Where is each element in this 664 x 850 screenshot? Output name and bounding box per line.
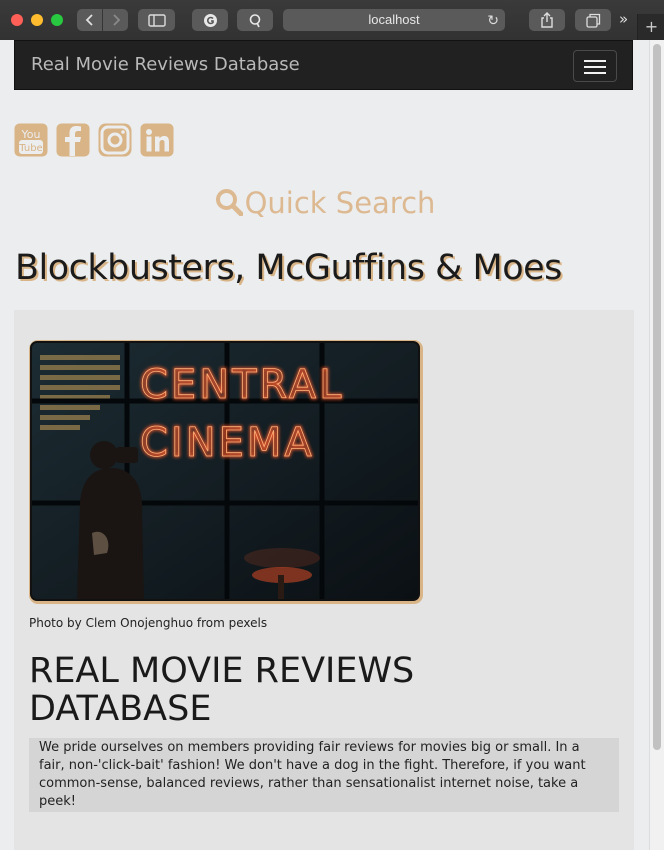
feature-card: CENTRAL CINEMA CENTRAL CINEMA Photo by C…	[14, 310, 634, 850]
feature-title: REAL MOVIE REVIEWS DATABASE	[29, 652, 589, 728]
search-extension-button[interactable]	[237, 9, 273, 31]
browser-toolbar: localhost ↻ » +	[0, 0, 664, 41]
sidebar-toggle-button[interactable]	[138, 9, 175, 31]
url-text: localhost	[368, 12, 420, 27]
quick-search-label: Quick Search	[244, 186, 436, 220]
navbar-brand[interactable]: Real Movie Reviews Database	[31, 54, 300, 75]
chevron-right-icon	[112, 14, 120, 26]
forward-button[interactable]	[103, 9, 128, 31]
photo-caption: Photo by Clem Onojenghuo from pexels	[29, 616, 268, 630]
svg-text:Tube: Tube	[18, 143, 42, 154]
page-headline: Blockbusters, McGuffins & Moes	[15, 248, 562, 288]
hamburger-menu-button[interactable]	[573, 50, 617, 82]
feature-blurb: We pride ourselves on members providing …	[29, 738, 619, 812]
cinema-photo: CENTRAL CINEMA CENTRAL CINEMA	[30, 341, 420, 601]
neon-cinema-core: CINEMA	[140, 420, 315, 466]
facebook-icon[interactable]	[56, 123, 90, 157]
more-chevron-icon[interactable]: »	[619, 10, 628, 28]
show-tabs-button[interactable]	[575, 9, 611, 31]
quick-search-link[interactable]: Quick Search	[0, 186, 650, 220]
youtube-icon[interactable]: You Tube	[14, 123, 48, 157]
back-button[interactable]	[77, 9, 102, 31]
close-window-button[interactable]	[11, 14, 23, 26]
feature-title-line2: DATABASE	[29, 689, 212, 729]
grammarly-icon	[203, 13, 217, 27]
address-bar[interactable]: localhost ↻	[283, 9, 505, 31]
share-button[interactable]	[529, 9, 565, 31]
share-icon	[541, 12, 553, 28]
zoom-window-button[interactable]	[51, 14, 63, 26]
feature-title-line1: REAL MOVIE REVIEWS	[29, 651, 415, 691]
instagram-icon[interactable]	[98, 123, 132, 157]
linkedin-icon[interactable]	[140, 123, 174, 157]
new-tab-button[interactable]: +	[637, 14, 664, 40]
minimize-window-button[interactable]	[31, 14, 43, 26]
scrollbar-thumb[interactable]	[653, 44, 661, 750]
social-links: You Tube	[14, 123, 177, 157]
reload-icon[interactable]: ↻	[487, 9, 499, 31]
grammarly-extension-button[interactable]	[192, 9, 228, 31]
chevron-left-icon	[85, 14, 93, 26]
search-icon	[215, 189, 243, 216]
page-scrollbar[interactable]	[649, 40, 664, 850]
page-viewport: Real Movie Reviews Database You Tube Qui…	[0, 40, 664, 850]
q-icon	[249, 13, 260, 27]
sidebar-icon	[147, 13, 166, 27]
svg-text:You: You	[21, 128, 41, 141]
site-navbar: Real Movie Reviews Database	[14, 40, 633, 90]
tabs-icon	[585, 13, 600, 28]
neon-central-core: CENTRAL	[140, 362, 344, 408]
